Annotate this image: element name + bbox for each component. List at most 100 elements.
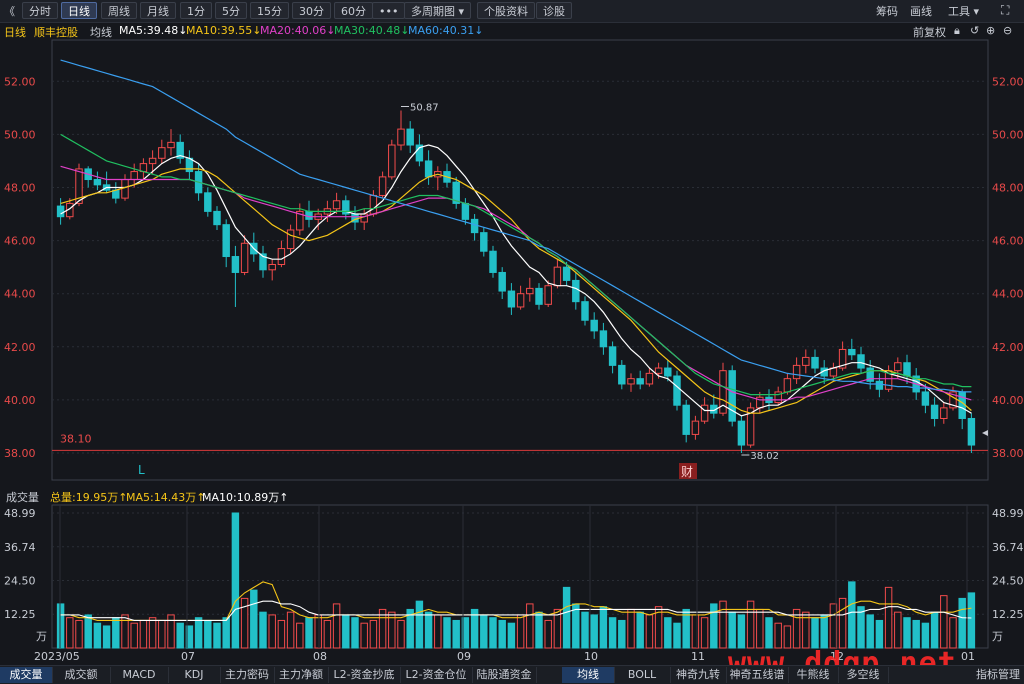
candle-body (204, 192, 212, 212)
candle-body (581, 301, 589, 321)
price-axis-label-right: 42.00 (992, 341, 1024, 354)
tab-indicator-manage[interactable]: 指标管理 (972, 667, 1024, 683)
tab-ma[interactable]: 均线 (562, 667, 615, 683)
volume-bar (967, 592, 976, 649)
volume-bar (700, 617, 709, 649)
volume-bar (480, 614, 488, 649)
candle-body (526, 287, 534, 295)
candle-body (378, 176, 387, 196)
candle-body (277, 248, 286, 265)
candle-body (728, 370, 736, 422)
volume-bar (627, 608, 635, 649)
volume-bar (875, 619, 884, 649)
candle-body (388, 144, 396, 178)
candle-body (802, 356, 810, 366)
candle-body (903, 362, 911, 377)
price-axis-label-left: 52.00 (4, 75, 36, 88)
ma-line-ma60 (60, 59, 972, 393)
volume-bar (102, 625, 111, 649)
candle-body (158, 147, 166, 159)
candle-body (848, 348, 856, 356)
candle-body (608, 346, 617, 366)
candle-body (618, 364, 626, 385)
candle-body (369, 194, 378, 215)
candle-body (645, 372, 654, 385)
volume-bar (857, 606, 865, 649)
volume-bar (268, 614, 276, 649)
candle-body (470, 218, 479, 234)
candle-body (397, 128, 405, 146)
candle-body (691, 420, 700, 435)
candle-body (360, 213, 368, 223)
volume-bar (820, 614, 828, 649)
candlestick-chart[interactable]: 52.00 52.00 50.00 50.00 48.00 48.00 46.00 46.00… (0, 0, 1024, 683)
candle-body (940, 407, 948, 419)
volume-unit-left: 万 (36, 630, 47, 643)
tab-td-nine[interactable]: 神奇九转 (670, 667, 727, 683)
tab-boll[interactable]: BOLL (614, 667, 671, 683)
candle-body (213, 210, 221, 226)
tab-five-lines[interactable]: 神奇五线谱 (726, 667, 789, 683)
tab-l2-position[interactable]: L2-资金仓位 (400, 667, 473, 683)
high-price-label: 50.87 (410, 103, 439, 114)
tab-main-code[interactable]: 主力密码 (220, 667, 275, 683)
volume-bar (75, 619, 83, 649)
volume-bar (535, 611, 543, 649)
candle-body (627, 378, 635, 385)
tab-kdj[interactable]: KDJ (168, 667, 221, 683)
volume-bar (618, 619, 626, 649)
volume-bar (176, 622, 184, 649)
volume-bar (912, 619, 920, 649)
volume-bar (949, 617, 957, 649)
tab-macd[interactable]: MACD (110, 667, 169, 683)
candle-body (332, 200, 341, 210)
volume-bar (84, 614, 92, 649)
candle-body (930, 404, 939, 419)
volume-bar (507, 622, 516, 649)
volume-bar (838, 597, 847, 649)
date-label: 07 (181, 650, 195, 663)
candle-body (572, 279, 580, 303)
volume-bar (746, 600, 755, 649)
candle-body (516, 293, 525, 308)
tab-turnover[interactable]: 成交额 (52, 667, 111, 683)
date-label: 11 (691, 650, 705, 663)
price-axis-label-right: 48.00 (992, 182, 1024, 195)
candle-body (93, 179, 102, 186)
volume-axis-label-left: 36.74 (4, 541, 36, 554)
tab-main-net[interactable]: 主力净额 (274, 667, 329, 683)
l-marker: L (138, 463, 145, 477)
tab-bull-bear[interactable]: 牛熊线 (788, 667, 839, 683)
volume-bar (599, 606, 608, 649)
price-axis-label-left: 44.00 (4, 288, 36, 301)
candle-body (599, 330, 608, 348)
volume-bar (719, 600, 727, 649)
volume-bar (415, 600, 424, 649)
tab-long-short[interactable]: 多空线 (838, 667, 889, 683)
volume-bar (608, 617, 617, 649)
candle-body (498, 271, 506, 292)
candle-body (535, 287, 543, 305)
volume-bar (66, 617, 74, 649)
volume-bar (112, 617, 120, 649)
candle-body (305, 210, 313, 220)
candle-body (857, 354, 865, 369)
volume-bar (581, 611, 589, 649)
volume-bar (930, 611, 939, 649)
price-axis-label-left: 40.00 (4, 394, 36, 407)
date-label: 08 (313, 650, 327, 663)
volume-bar (424, 611, 433, 649)
ma-line-ma20 (60, 165, 972, 401)
volume-bar (940, 595, 948, 649)
volume-bar (286, 611, 295, 649)
tab-volume[interactable]: 成交量 (0, 667, 53, 683)
reference-line-label: 38.10 (60, 432, 92, 445)
tab-hk-connect[interactable]: 陆股通资金 (472, 667, 537, 683)
volume-bar (498, 619, 506, 649)
candle-body (700, 404, 709, 422)
volume-bar (903, 617, 911, 649)
volume-axis-label-right: 48.99 (992, 507, 1024, 520)
tab-l2-bottom[interactable]: L2-资金抄底 (328, 667, 401, 683)
volume-bar (562, 586, 571, 649)
volume-bar (452, 619, 460, 649)
